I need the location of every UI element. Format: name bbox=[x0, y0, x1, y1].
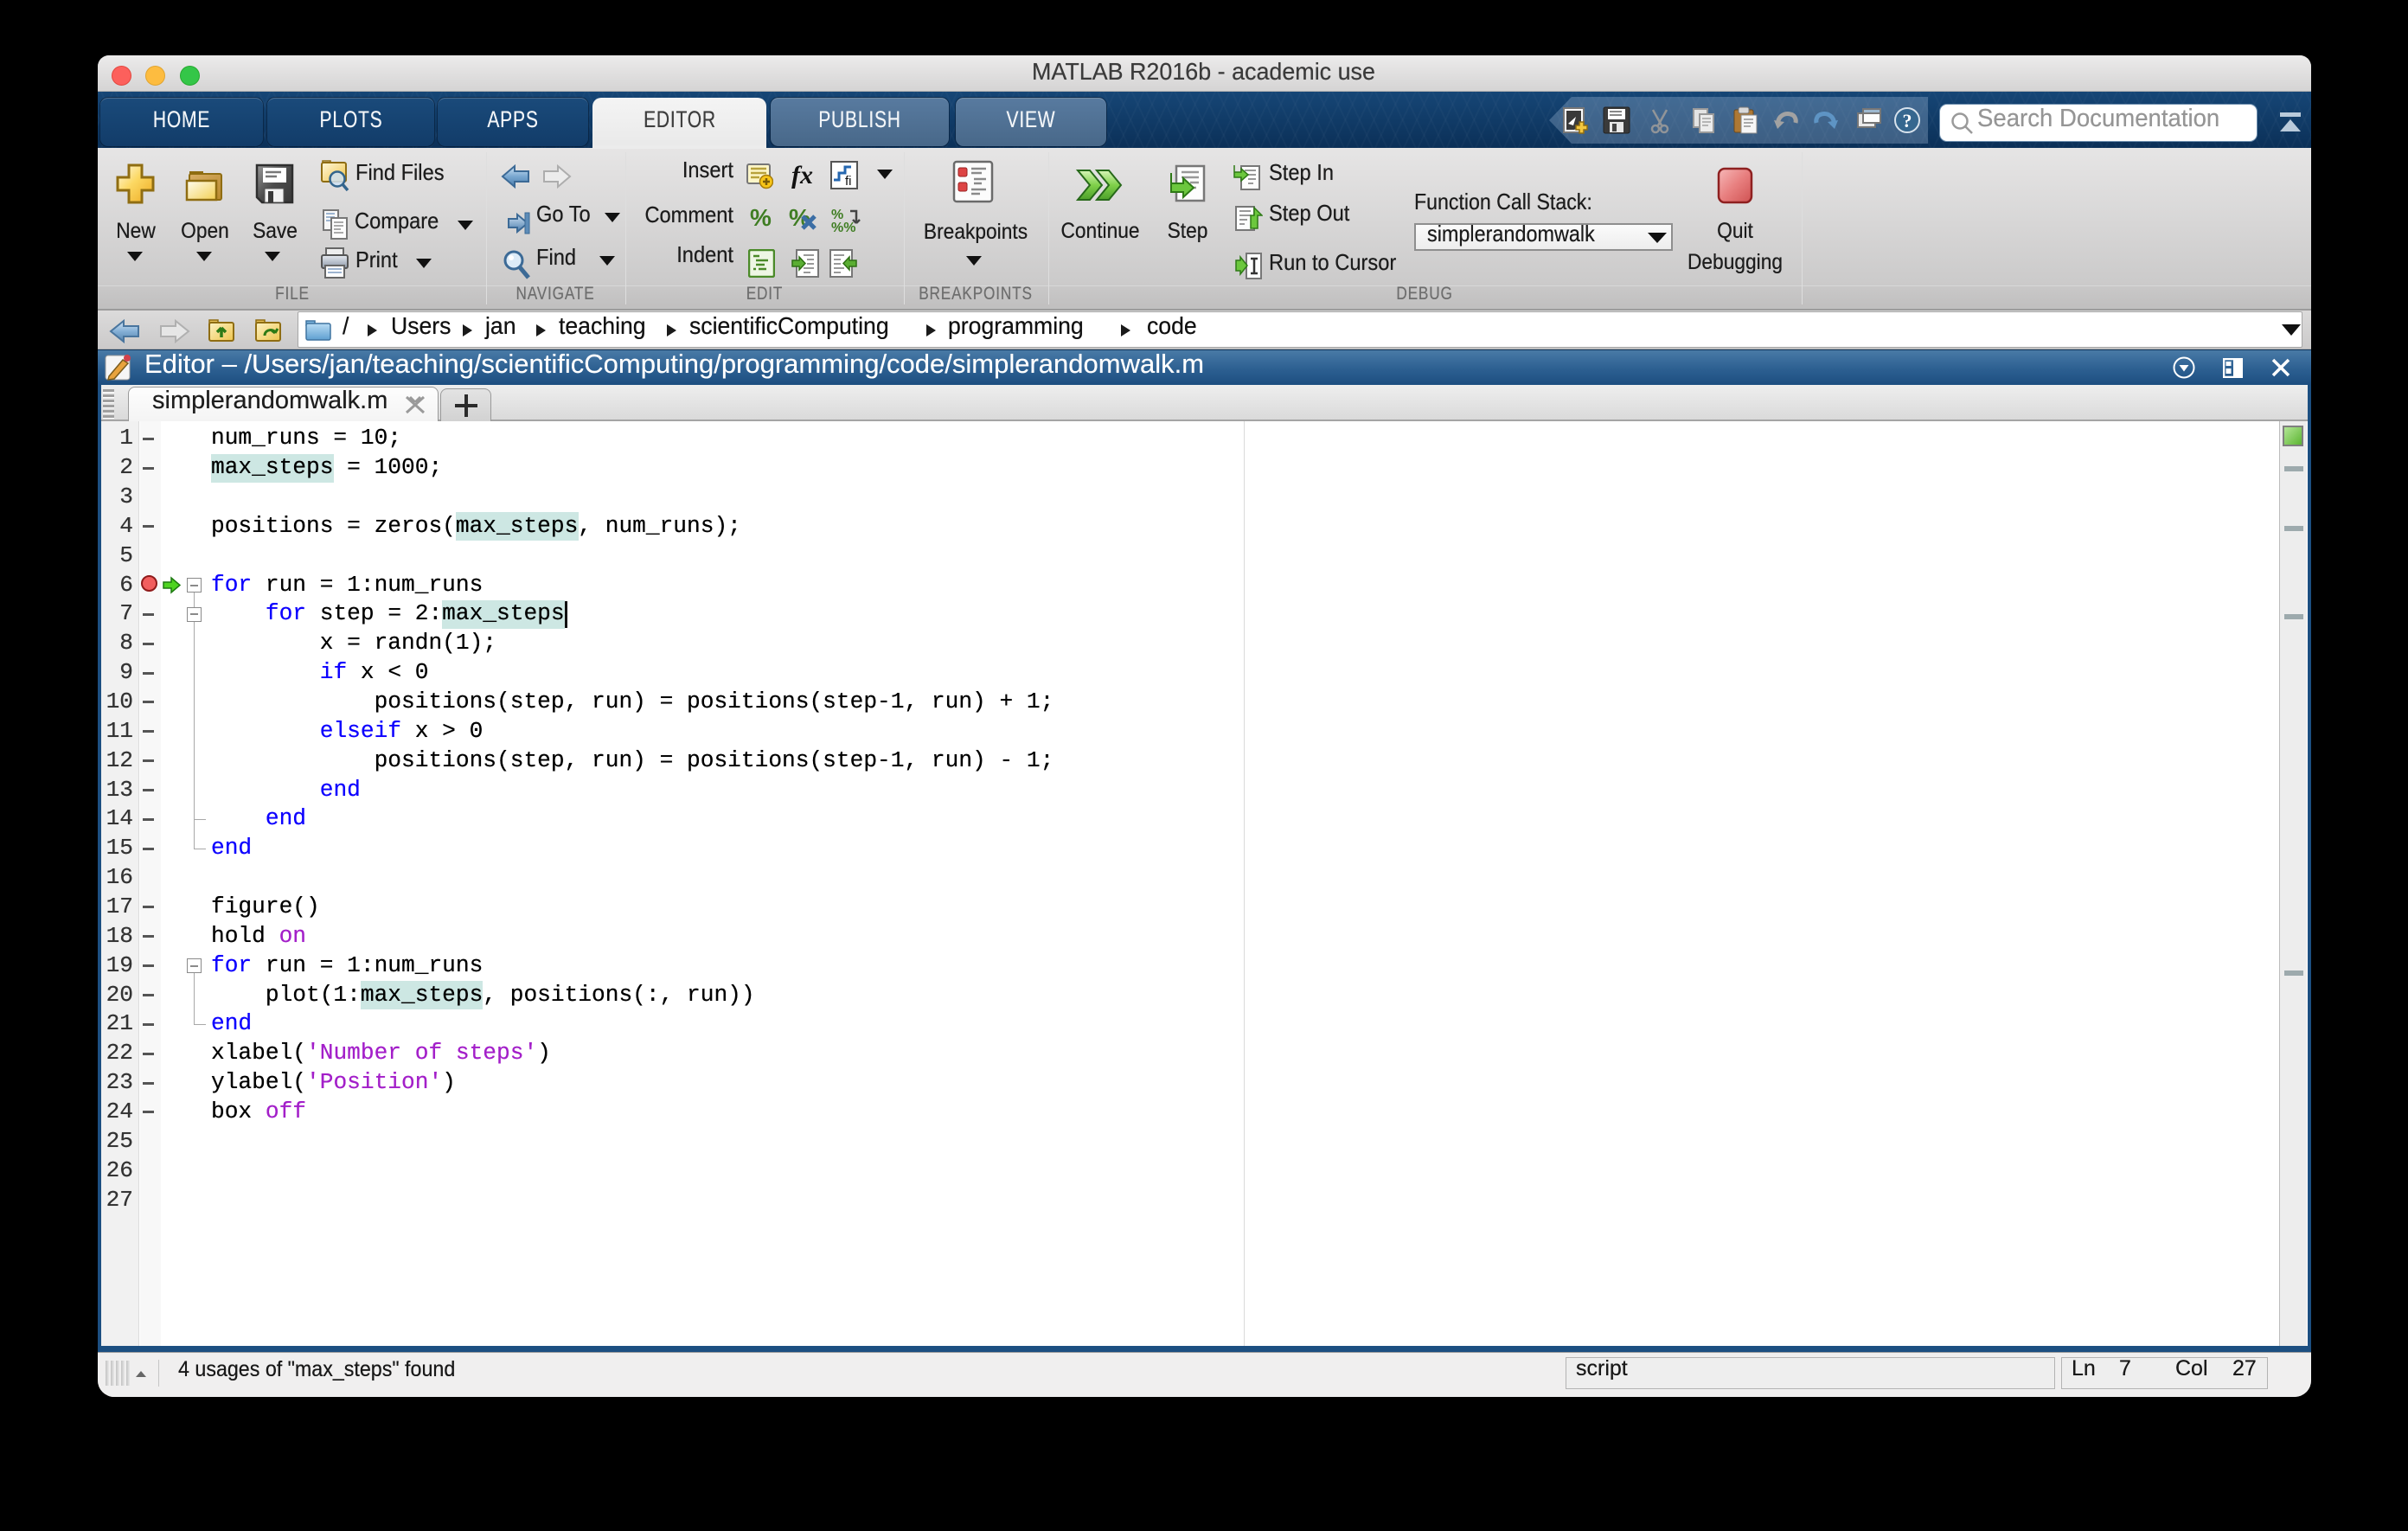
svg-text:?: ? bbox=[1903, 110, 1912, 131]
svg-text:%: % bbox=[750, 206, 772, 231]
svg-text:fx: fx bbox=[791, 161, 813, 189]
svg-text:fi: fi bbox=[845, 174, 852, 189]
